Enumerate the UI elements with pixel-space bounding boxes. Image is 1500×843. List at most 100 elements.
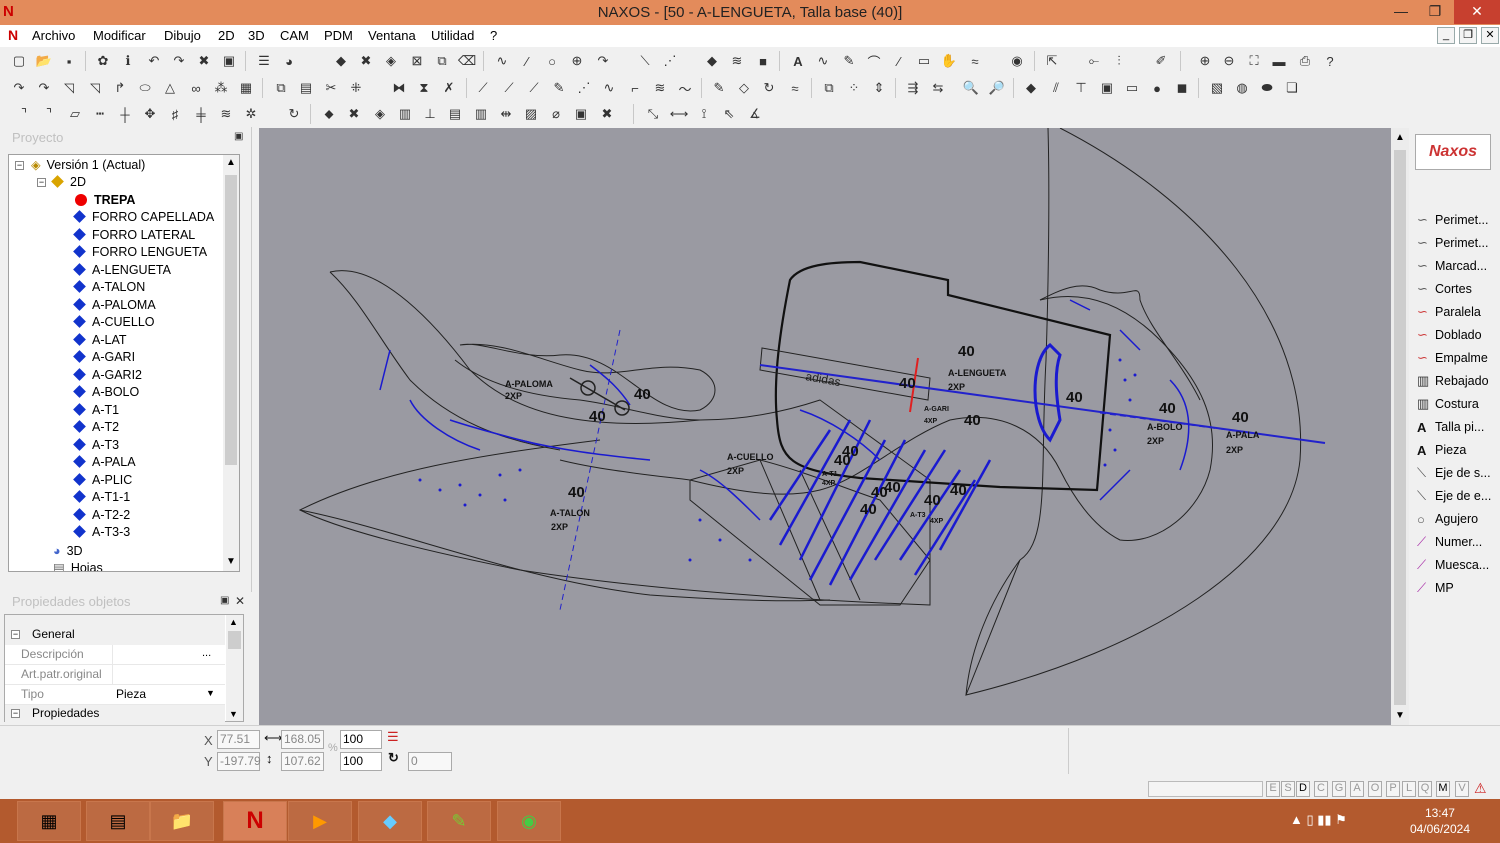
tool-numeracion[interactable]: ⟋ Numer... [1417,532,1482,552]
calculator-icon[interactable]: ▦ [17,801,81,841]
rectangle-icon[interactable]: ▭ [915,52,933,70]
scroll-thumb[interactable] [225,175,237,465]
arrow-diag-icon[interactable]: ⇖ [720,105,738,123]
point-icon[interactable]: ⊕ [568,52,586,70]
step-icon[interactable]: ⌐ [626,79,644,97]
pen-icon[interactable]: ✎ [840,52,858,70]
menu-3d[interactable]: 3D [248,28,265,43]
status-flag-q[interactable]: Q [1418,781,1432,797]
select-piece-icon[interactable]: ◆ [332,52,350,70]
tool-eje-escala[interactable]: ⟍ Eje de e... [1417,486,1491,506]
piece-icon[interactable]: ◆ [1022,79,1040,97]
nodes-icon[interactable]: ⁂ [212,79,230,97]
tree-item[interactable]: A-CUELLO [73,313,155,330]
section-general[interactable]: − General [5,625,225,645]
lock-ratio-icon[interactable]: ☰ [387,729,399,745]
pin-icon[interactable]: ✎ [710,79,728,97]
tool-doblado[interactable]: ∽ Doblado [1417,325,1482,345]
tool-perimetro-1[interactable]: ∽ Perimet... [1417,210,1489,230]
delete-icon[interactable]: ✖ [195,52,213,70]
tool-paralela[interactable]: ∽ Paralela [1417,302,1481,322]
tool-muesca[interactable]: ⟋ Muesca... [1417,555,1489,575]
settings-icon[interactable]: ✿ [94,52,112,70]
split-icon[interactable]: ⇆ [929,79,947,97]
corner-tool-2-icon[interactable]: ⌝ [40,105,58,123]
angle-icon[interactable]: ∡ [746,105,764,123]
tree-item[interactable]: A-PALOMA [73,296,156,313]
open-file-icon[interactable]: 📂 [35,52,53,70]
zoom-fit-icon[interactable]: ⛶ [1245,52,1263,70]
tree-item[interactable]: A-LENGUETA [73,261,171,278]
blue-node-icon[interactable]: ◆ [703,52,721,70]
rotate-icon[interactable]: ↻ [760,79,778,97]
width-field[interactable]: 168.05 [281,730,324,749]
curve-arrow-icon[interactable]: ↱ [111,79,129,97]
tool-agujero[interactable]: ○ Agujero [1417,509,1478,529]
tool-rebajado[interactable]: ▥ Rebajado [1417,371,1489,391]
stretch-icon[interactable]: ⊠ [408,52,426,70]
slash-3-icon[interactable]: ⟋ [525,79,543,97]
scroll-up-icon[interactable]: ▲ [226,157,236,168]
tree-2d[interactable]: 2D [51,173,86,190]
media-icon[interactable]: ▶ [288,801,352,841]
cad-icon[interactable]: ✎ [427,801,491,841]
tree-root[interactable]: ◈ Versión 1 (Actual) [31,156,145,173]
corner-icon[interactable]: ◹ [60,79,78,97]
close-button[interactable]: ✕ [1454,0,1500,24]
canvas-vertical-scrollbar[interactable]: ▲ ▼ [1391,128,1409,725]
drawing-canvas[interactable]: adidas 40 40 40 40 40 40 40 40 40 40 40 … [259,128,1391,725]
tilde-icon[interactable]: 〜 [676,79,694,97]
descripcion-browse-button[interactable]: ... [202,647,211,659]
highlight-icon[interactable]: ✐ [1152,52,1170,70]
paint-icon[interactable]: ◕ [280,52,298,70]
tree-item[interactable]: FORRO LATERAL [73,226,195,243]
scatter-icon[interactable]: ⁘ [845,79,863,97]
wave-icon[interactable]: ≋ [728,52,746,70]
refresh-icon[interactable]: ↻ [285,105,303,123]
vertical-arrows-icon[interactable]: ⇕ [870,79,888,97]
tree-hojas[interactable]: ▤ Hojas [53,559,103,572]
hash-icon[interactable]: ♯ [166,105,184,123]
save-icon[interactable]: ▪ [60,52,78,70]
window-icon[interactable]: ▭ [1123,79,1141,97]
arc-tool-icon[interactable]: ↷ [10,79,28,97]
status-flag-v[interactable]: V [1455,781,1469,797]
pencil-icon[interactable]: ✎ [550,79,568,97]
mdi-minimize-button[interactable]: _ [1437,27,1455,44]
tree-item[interactable]: A-T2-2 [73,506,130,523]
mirror-h-icon[interactable]: ⧓ [390,79,408,97]
tool-eje-simetria[interactable]: ⟍ Eje de s... [1417,463,1491,483]
measure-icon[interactable]: ⟜ [1085,52,1103,70]
tree-item-trepa[interactable]: TREPA [75,191,135,208]
paste-icon[interactable]: ▤ [297,79,315,97]
duplicate-icon[interactable]: ⧉ [272,79,290,97]
collapse-2d-icon[interactable]: − [37,178,46,187]
text-icon[interactable]: A [789,52,807,70]
horizontal-measure-icon[interactable]: ⟷ [670,105,689,123]
new-file-icon[interactable]: ▢ [10,52,28,70]
tree-item[interactable]: A-T1-1 [73,488,130,505]
zigzag-icon[interactable]: ≈ [966,52,984,70]
shape-icon[interactable]: ◼ [1173,79,1191,97]
artpatr-field[interactable] [112,665,224,684]
move-icon[interactable]: ◈ [382,52,400,70]
tree-item[interactable]: A-TALON [73,278,145,295]
tree-item[interactable]: A-T2 [73,418,119,435]
zoom-in-icon[interactable]: ⊕ [1196,52,1214,70]
target-icon[interactable]: ◉ [1008,52,1026,70]
tool-cortes[interactable]: ∽ Cortes [1417,279,1472,299]
diamond-outline-icon[interactable]: ◇ [735,79,753,97]
circle-icon[interactable]: ○ [543,52,561,70]
tool-perimetro-2[interactable]: ∽ Perimet... [1417,233,1489,253]
tree-item[interactable]: A-GARI [73,348,135,365]
image-icon[interactable]: ▧ [1208,79,1226,97]
menu-cam[interactable]: CAM [280,28,309,43]
explorer-icon[interactable]: ▤ [86,801,150,841]
triangle-icon[interactable]: △ [161,79,179,97]
arc-tool-2-icon[interactable]: ↷ [35,79,53,97]
status-flag-a[interactable]: A [1350,781,1364,797]
tree-item[interactable]: A-BOLO [73,383,139,400]
status-flag-c[interactable]: C [1314,781,1328,797]
hand-icon[interactable]: ✋ [940,52,958,70]
magnifier-icon[interactable]: 🔍 [962,79,980,97]
